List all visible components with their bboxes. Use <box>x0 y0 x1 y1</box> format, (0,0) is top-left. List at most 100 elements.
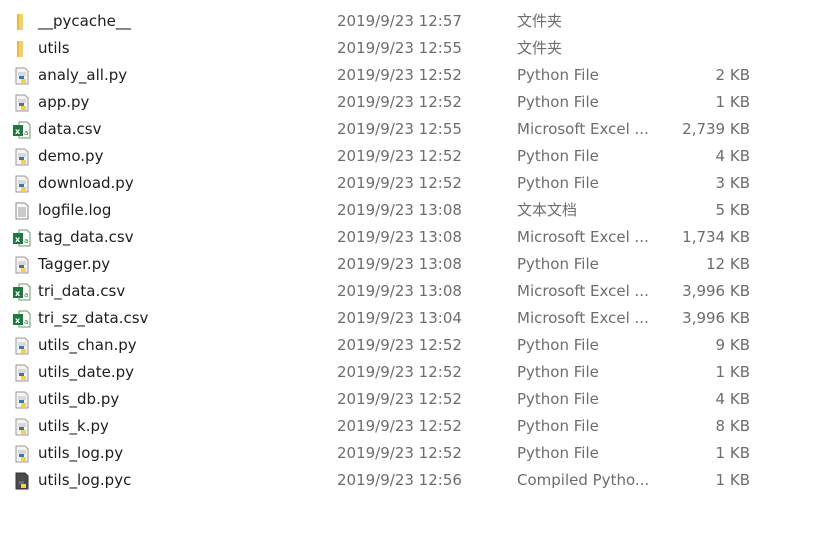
file-date-modified: 2019/9/23 12:52 <box>337 363 462 381</box>
file-name[interactable]: tri_sz_data.csv <box>38 305 148 332</box>
svg-text:a: a <box>24 129 28 137</box>
file-type: Python File <box>517 255 599 273</box>
file-type: Python File <box>517 66 599 84</box>
file-row[interactable]: __pycache__ 2019/9/23 12:57 文件夹 <box>0 8 836 35</box>
file-name[interactable]: tri_data.csv <box>38 278 125 305</box>
file-name[interactable]: utils_k.py <box>38 413 109 440</box>
file-row[interactable]: download.py 2019/9/23 12:52 Python File … <box>0 170 836 197</box>
file-row[interactable]: analy_all.py 2019/9/23 12:52 Python File… <box>0 62 836 89</box>
file-date-modified: 2019/9/23 12:55 <box>337 39 462 57</box>
file-size: 3,996 KB <box>682 282 750 300</box>
svg-text:a: a <box>24 291 28 299</box>
file-row[interactable]: demo.py 2019/9/23 12:52 Python File 4 KB <box>0 143 836 170</box>
file-size: 2,739 KB <box>682 120 750 138</box>
python-file-icon <box>13 364 31 382</box>
file-date-modified: 2019/9/23 12:52 <box>337 66 462 84</box>
file-date-modified: 2019/9/23 12:52 <box>337 417 462 435</box>
file-date-modified: 2019/9/23 12:57 <box>337 12 462 30</box>
file-size: 1 KB <box>715 471 750 489</box>
file-date-modified: 2019/9/23 13:08 <box>337 255 462 273</box>
file-size: 9 KB <box>715 336 750 354</box>
file-name[interactable]: logfile.log <box>38 197 111 224</box>
excel-file-icon: ax <box>13 310 31 328</box>
file-type: 文件夹 <box>517 12 563 30</box>
file-row[interactable]: ax tri_sz_data.csv 2019/9/23 13:04 Micro… <box>0 305 836 332</box>
excel-file-icon: ax <box>13 283 31 301</box>
python-file-icon <box>13 391 31 409</box>
file-name[interactable]: app.py <box>38 89 89 116</box>
file-size: 2 KB <box>715 66 750 84</box>
file-name[interactable]: tag_data.csv <box>38 224 134 251</box>
file-name[interactable]: demo.py <box>38 143 103 170</box>
file-type: Microsoft Excel ... <box>517 120 649 138</box>
file-type: Microsoft Excel ... <box>517 282 649 300</box>
file-row[interactable]: app.py 2019/9/23 12:52 Python File 1 KB <box>0 89 836 116</box>
file-size: 5 KB <box>715 201 750 219</box>
svg-text:a: a <box>24 237 28 245</box>
file-size: 8 KB <box>715 417 750 435</box>
file-date-modified: 2019/9/23 12:52 <box>337 147 462 165</box>
file-date-modified: 2019/9/23 12:52 <box>337 174 462 192</box>
file-name[interactable]: data.csv <box>38 116 102 143</box>
file-size: 4 KB <box>715 147 750 165</box>
file-name[interactable]: utils_log.pyc <box>38 467 131 494</box>
svg-text:x: x <box>15 316 21 325</box>
file-row[interactable]: utils_log.pyc 2019/9/23 12:56 Compiled P… <box>0 467 836 494</box>
file-date-modified: 2019/9/23 12:52 <box>337 390 462 408</box>
excel-file-icon: ax <box>13 121 31 139</box>
file-name[interactable]: utils <box>38 35 70 62</box>
file-row[interactable]: utils_db.py 2019/9/23 12:52 Python File … <box>0 386 836 413</box>
file-name[interactable]: analy_all.py <box>38 62 127 89</box>
file-name[interactable]: __pycache__ <box>38 8 131 35</box>
file-name[interactable]: download.py <box>38 170 134 197</box>
file-name[interactable]: utils_chan.py <box>38 332 137 359</box>
file-name[interactable]: utils_db.py <box>38 386 119 413</box>
file-row[interactable]: utils_date.py 2019/9/23 12:52 Python Fil… <box>0 359 836 386</box>
svg-text:x: x <box>15 235 21 244</box>
file-type: Python File <box>517 417 599 435</box>
file-date-modified: 2019/9/23 13:08 <box>337 228 462 246</box>
file-type: Python File <box>517 363 599 381</box>
python-file-icon <box>13 67 31 85</box>
file-row[interactable]: ax tag_data.csv 2019/9/23 13:08 Microsof… <box>0 224 836 251</box>
compiled-python-file-icon <box>13 472 31 490</box>
file-row[interactable]: utils 2019/9/23 12:55 文件夹 <box>0 35 836 62</box>
python-file-icon <box>13 94 31 112</box>
file-type: Python File <box>517 147 599 165</box>
file-date-modified: 2019/9/23 13:04 <box>337 309 462 327</box>
file-name[interactable]: Tagger.py <box>38 251 110 278</box>
file-row[interactable]: utils_k.py 2019/9/23 12:52 Python File 8… <box>0 413 836 440</box>
file-type: Python File <box>517 336 599 354</box>
file-name[interactable]: utils_date.py <box>38 359 134 386</box>
python-file-icon <box>13 418 31 436</box>
svg-text:a: a <box>24 318 28 326</box>
file-date-modified: 2019/9/23 12:55 <box>337 120 462 138</box>
file-row[interactable]: ax data.csv 2019/9/23 12:55 Microsoft Ex… <box>0 116 836 143</box>
excel-file-icon: ax <box>13 229 31 247</box>
file-date-modified: 2019/9/23 12:52 <box>337 444 462 462</box>
file-row[interactable]: Tagger.py 2019/9/23 13:08 Python File 12… <box>0 251 836 278</box>
file-type: Python File <box>517 444 599 462</box>
file-date-modified: 2019/9/23 12:56 <box>337 471 462 489</box>
file-name[interactable]: utils_log.py <box>38 440 123 467</box>
file-size: 1 KB <box>715 363 750 381</box>
file-type: Compiled Pytho... <box>517 471 650 489</box>
folder-icon <box>13 13 31 31</box>
file-size: 4 KB <box>715 390 750 408</box>
python-file-icon <box>13 256 31 274</box>
python-file-icon <box>13 445 31 463</box>
file-date-modified: 2019/9/23 13:08 <box>337 282 462 300</box>
text-file-icon <box>13 202 31 220</box>
file-list: __pycache__ 2019/9/23 12:57 文件夹 utils 20… <box>0 8 836 494</box>
file-row[interactable]: ax tri_data.csv 2019/9/23 13:08 Microsof… <box>0 278 836 305</box>
file-size: 3 KB <box>715 174 750 192</box>
file-type: 文本文档 <box>517 201 578 219</box>
file-row[interactable]: utils_log.py 2019/9/23 12:52 Python File… <box>0 440 836 467</box>
file-size: 1,734 KB <box>682 228 750 246</box>
file-row[interactable]: logfile.log 2019/9/23 13:08 文本文档 5 KB <box>0 197 836 224</box>
file-type: 文件夹 <box>517 39 563 57</box>
file-date-modified: 2019/9/23 13:08 <box>337 201 462 219</box>
file-date-modified: 2019/9/23 12:52 <box>337 93 462 111</box>
file-row[interactable]: utils_chan.py 2019/9/23 12:52 Python Fil… <box>0 332 836 359</box>
file-type: Python File <box>517 93 599 111</box>
